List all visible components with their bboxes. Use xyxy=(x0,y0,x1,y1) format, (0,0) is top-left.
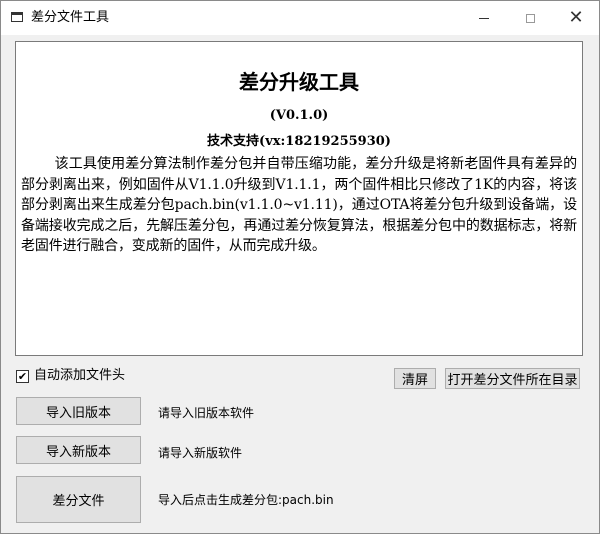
display-title: 差分升级工具 xyxy=(239,70,359,94)
close-button[interactable]: ✕ xyxy=(553,1,599,35)
minimize-icon xyxy=(479,17,489,19)
display-version: (V0.1.0) xyxy=(269,108,329,123)
title-bar[interactable]: 差分文件工具 ✕ xyxy=(1,1,599,35)
import-new-button[interactable]: 导入新版本 xyxy=(16,436,141,464)
main-window: 差分文件工具 ✕ 差分升级工具 (V0.1.0) 技术支持(vx:1821925… xyxy=(0,0,600,534)
auto-header-option[interactable]: ✔ 自动添加文件头 xyxy=(16,368,125,384)
checkmark-icon: ✔ xyxy=(17,369,28,383)
import-old-button[interactable]: 导入旧版本 xyxy=(16,397,141,425)
maximize-icon xyxy=(525,13,535,23)
diff-status: 导入后点击生成差分包:pach.bin xyxy=(158,493,334,507)
auto-header-checkbox[interactable]: ✔ xyxy=(16,369,29,383)
close-icon: ✕ xyxy=(568,7,584,28)
info-display[interactable]: 差分升级工具 (V0.1.0) 技术支持(vx:18219255930) 该工具… xyxy=(15,41,583,356)
auto-header-label: 自动添加文件头 xyxy=(34,368,126,383)
old-version-status: 请导入旧版本软件 xyxy=(158,406,255,420)
new-version-status: 请导入新版软件 xyxy=(158,446,243,460)
open-diff-dir-button[interactable]: 打开差分文件所在目录 xyxy=(445,368,580,389)
diff-file-button[interactable]: 差分文件 xyxy=(16,476,141,523)
maximize-button[interactable] xyxy=(507,1,553,35)
window-title: 差分文件工具 xyxy=(31,10,110,25)
app-icon xyxy=(11,12,23,22)
display-description: 该工具使用差分算法制作差分包并自带压缩功能，差分升级是将新老固件具有差异的部分剥… xyxy=(21,156,577,254)
clear-button[interactable]: 清屏 xyxy=(394,368,436,389)
minimize-button[interactable] xyxy=(461,1,507,35)
display-support: 技术支持(vx:18219255930) xyxy=(207,134,391,149)
